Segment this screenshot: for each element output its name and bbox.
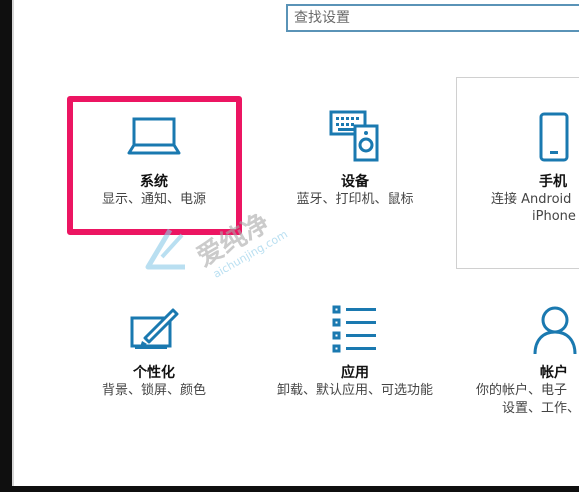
apps-list-icon: [332, 305, 376, 353]
keyboard-speaker-icon: [329, 110, 379, 162]
tile-title: 手机: [539, 174, 567, 190]
person-icon: [533, 306, 577, 355]
tile-title: 个性化: [133, 365, 175, 381]
tile-description-line2: iPhone: [532, 209, 576, 224]
tile-accounts[interactable]: 帐户 你的帐户、电子 设置、工作、: [470, 300, 579, 420]
window-frame-left: [0, 0, 14, 492]
tile-title: 设备: [341, 174, 369, 190]
tile-phone[interactable]: 手机 连接 Android iPhone: [480, 105, 579, 235]
tile-apps[interactable]: 应用 卸载、默认应用、可选功能: [270, 300, 440, 410]
tile-description-line1: 连接 Android: [491, 192, 572, 207]
tile-description: 背景、锁屏、颜色: [101, 383, 206, 398]
window-frame-bottom: [0, 486, 579, 492]
tile-title: 帐户: [540, 365, 568, 381]
search-input[interactable]: 查找设置: [286, 4, 579, 32]
tile-description-line1: 你的帐户、电子: [476, 383, 568, 398]
tile-personalization[interactable]: 个性化 背景、锁屏、颜色: [85, 300, 223, 410]
tile-description-line2: 设置、工作、: [502, 401, 579, 416]
watermark-logo: 爱纯净 aichunjing.com: [145, 207, 290, 281]
tile-title: 应用: [341, 365, 369, 381]
paint-brush-icon: [130, 308, 179, 349]
tile-description: 卸载、默认应用、可选功能: [276, 383, 433, 398]
phone-icon: [539, 112, 569, 162]
